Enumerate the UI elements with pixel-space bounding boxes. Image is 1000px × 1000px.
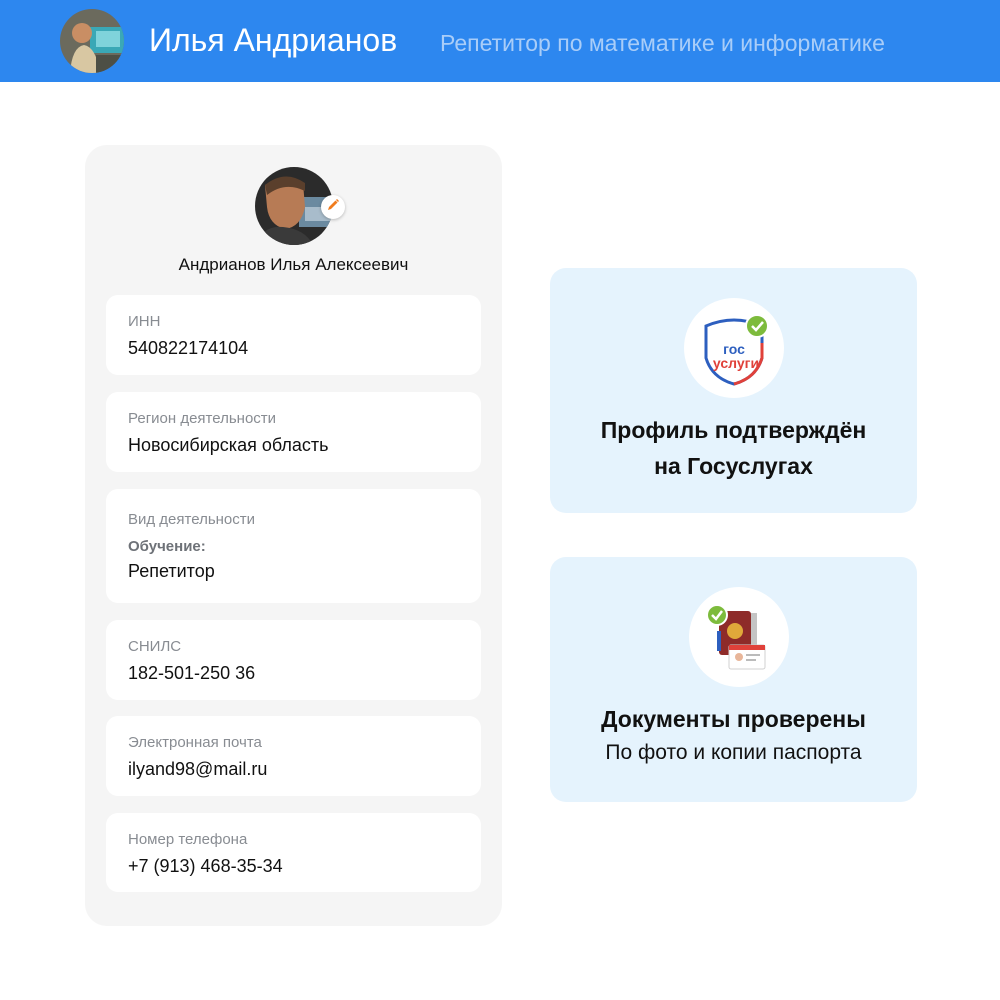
edit-avatar-button[interactable]: [321, 195, 345, 219]
documents-title: Документы проверены: [601, 706, 866, 732]
field-inn: ИНН 540822174104: [106, 295, 481, 375]
field-label: Регион деятельности: [128, 410, 277, 427]
field-label: Электронная почта: [128, 734, 262, 751]
field-label: Номер телефона: [128, 831, 248, 848]
passport-icon: [689, 587, 789, 687]
profile-card: Андрианов Илья Алексеевич ИНН 5408221741…: [85, 145, 502, 926]
pencil-icon: [326, 198, 340, 217]
gosuslugi-title-line1: Профиль подтверждён: [600, 417, 867, 443]
gosuslugi-logo-icon: гос услуги: [684, 298, 784, 398]
header-subtitle: Репетитор по математике и информатике: [440, 30, 885, 56]
field-value[interactable]: Репетитор: [128, 561, 215, 582]
gosuslugi-title-line2: на Госуслугах: [654, 453, 813, 479]
field-label: СНИЛС: [128, 638, 182, 655]
field-sublabel: Обучение:: [128, 538, 206, 555]
field-label: Вид деятельности: [128, 511, 256, 528]
field-value[interactable]: +7 (913) 468-35-34: [128, 856, 283, 877]
gosuslugi-logo-text-bottom: услуги: [713, 355, 759, 371]
top-header: Илья Андрианов Репетитор по математике и…: [0, 0, 1000, 82]
field-value[interactable]: 540822174104: [128, 338, 248, 359]
field-region: Регион деятельности Новосибирская област…: [106, 392, 481, 472]
field-phone: Номер телефона +7 (913) 468-35-34: [106, 813, 481, 892]
field-email: Электронная почта ilyand98@mail.ru: [106, 716, 481, 796]
field-activity: Вид деятельности Обучение: Репетитор: [106, 489, 481, 603]
field-label: ИНН: [128, 313, 161, 330]
header-name: Илья Андрианов: [149, 22, 398, 58]
documents-text: По фото и копии паспорта: [605, 741, 862, 764]
field-value[interactable]: 182-501-250 36: [128, 663, 255, 684]
field-value[interactable]: ilyand98@mail.ru: [128, 759, 267, 780]
field-value[interactable]: Новосибирская область: [128, 435, 329, 456]
profile-full-name: Андрианов Илья Алексеевич: [178, 255, 409, 274]
gosuslugi-verified-card: гос услуги Профиль подтверждён на Госусл…: [550, 268, 917, 513]
documents-verified-card: Документы проверены По фото и копии пасп…: [550, 557, 917, 802]
header-avatar[interactable]: [60, 9, 124, 73]
field-snils: СНИЛС 182-501-250 36: [106, 620, 481, 700]
